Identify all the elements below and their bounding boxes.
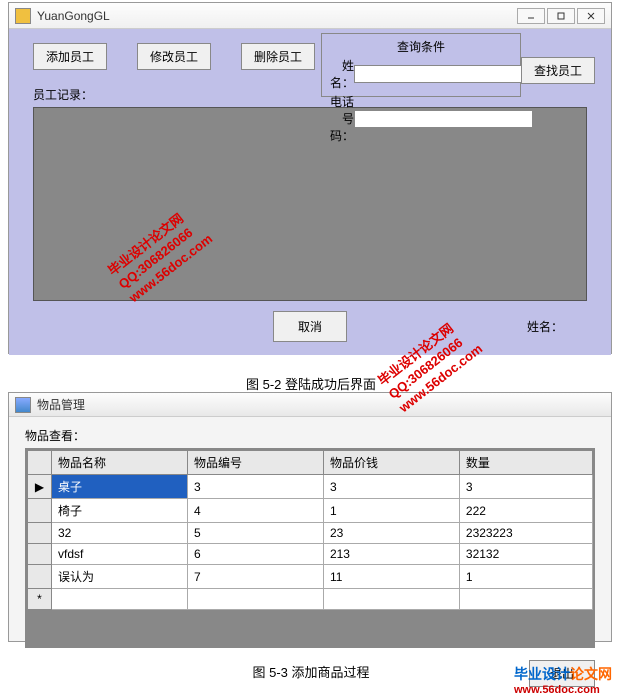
cell[interactable]: 6	[187, 544, 323, 565]
table-row[interactable]: 椅子41222	[28, 499, 593, 523]
table-row[interactable]: 误认为7111	[28, 565, 593, 589]
phone-label: 电话号码：	[330, 93, 354, 144]
cell[interactable]	[187, 589, 323, 610]
cell[interactable]: 1	[459, 565, 592, 589]
minimize-button[interactable]	[517, 8, 545, 24]
cell[interactable]: 213	[323, 544, 459, 565]
cell[interactable]: 3	[323, 475, 459, 499]
cell[interactable]: 32	[52, 523, 188, 544]
cell[interactable]: 7	[187, 565, 323, 589]
bottom-name-label: 姓名：	[527, 318, 563, 335]
cell[interactable]: 1	[323, 499, 459, 523]
search-employee-button[interactable]: 查找员工	[521, 57, 595, 84]
corner-cell	[28, 451, 52, 475]
column-header[interactable]: 数量	[459, 451, 592, 475]
row-header: *	[28, 589, 52, 610]
cell[interactable]	[323, 589, 459, 610]
column-header[interactable]: 物品编号	[187, 451, 323, 475]
employee-window: YuanGongGL 添加员工 修改员工 删除员工 查询条件 姓名： 电话号码：…	[8, 2, 612, 354]
cell[interactable]: 222	[459, 499, 592, 523]
window-title: YuanGongGL	[37, 9, 517, 23]
goods-window: 物品管理 物品查看： 物品名称物品编号物品价钱数量 ▶桌子333椅子412223…	[8, 392, 612, 642]
window-body: 物品查看： 物品名称物品编号物品价钱数量 ▶桌子333椅子41222325232…	[9, 417, 611, 697]
view-label: 物品查看：	[25, 427, 595, 444]
table-row[interactable]: 325232323223	[28, 523, 593, 544]
grid-container: 物品名称物品编号物品价钱数量 ▶桌子333椅子41222325232323223…	[25, 448, 595, 648]
cell[interactable]: 桌子	[52, 475, 188, 499]
cancel-button[interactable]: 取消	[273, 311, 347, 342]
cell[interactable]: 误认为	[52, 565, 188, 589]
column-header[interactable]: 物品名称	[52, 451, 188, 475]
row-header	[28, 523, 52, 544]
cell[interactable]: 23	[323, 523, 459, 544]
add-employee-button[interactable]: 添加员工	[33, 43, 107, 70]
logo-watermark: 毕业设计论文网 www.56doc.com	[514, 664, 612, 696]
delete-employee-button[interactable]: 删除员工	[241, 43, 315, 70]
row-header	[28, 565, 52, 589]
cell[interactable]: 2323223	[459, 523, 592, 544]
cell[interactable]: 5	[187, 523, 323, 544]
cell[interactable]: 3	[459, 475, 592, 499]
cell[interactable]: 4	[187, 499, 323, 523]
window-body: 添加员工 修改员工 删除员工 查询条件 姓名： 电话号码： 查找员工 员工记录：…	[9, 29, 611, 355]
name-label: 姓名：	[330, 57, 354, 91]
window-controls	[517, 8, 605, 24]
table-row[interactable]: ▶桌子333	[28, 475, 593, 499]
cell[interactable]: 椅子	[52, 499, 188, 523]
bottom-row: 取消 姓名：	[17, 311, 603, 342]
caption-1: 图 5-2 登陆成功后界面	[0, 374, 622, 393]
titlebar: 物品管理	[9, 393, 611, 417]
titlebar: YuanGongGL	[9, 3, 611, 29]
app-icon	[15, 8, 31, 24]
row-header	[28, 499, 52, 523]
goods-table[interactable]: 物品名称物品编号物品价钱数量 ▶桌子333椅子41222325232323223…	[27, 450, 593, 610]
row-header: ▶	[28, 475, 52, 499]
cell[interactable]	[459, 589, 592, 610]
table-row[interactable]: *	[28, 589, 593, 610]
close-button[interactable]	[577, 8, 605, 24]
column-header[interactable]: 物品价钱	[323, 451, 459, 475]
app-icon	[15, 397, 31, 413]
query-group: 查询条件 姓名： 电话号码：	[321, 33, 521, 97]
phone-input[interactable]	[354, 110, 533, 128]
edit-employee-button[interactable]: 修改员工	[137, 43, 211, 70]
cell[interactable]: 11	[323, 565, 459, 589]
table-row[interactable]: vfdsf621332132	[28, 544, 593, 565]
name-input[interactable]	[354, 65, 533, 83]
cell[interactable]: 32132	[459, 544, 592, 565]
cell[interactable]: vfdsf	[52, 544, 188, 565]
cell[interactable]	[52, 589, 188, 610]
window-title: 物品管理	[37, 396, 85, 413]
cell[interactable]: 3	[187, 475, 323, 499]
grid-footer	[27, 610, 593, 646]
query-title: 查询条件	[330, 38, 512, 55]
row-header	[28, 544, 52, 565]
maximize-button[interactable]	[547, 8, 575, 24]
